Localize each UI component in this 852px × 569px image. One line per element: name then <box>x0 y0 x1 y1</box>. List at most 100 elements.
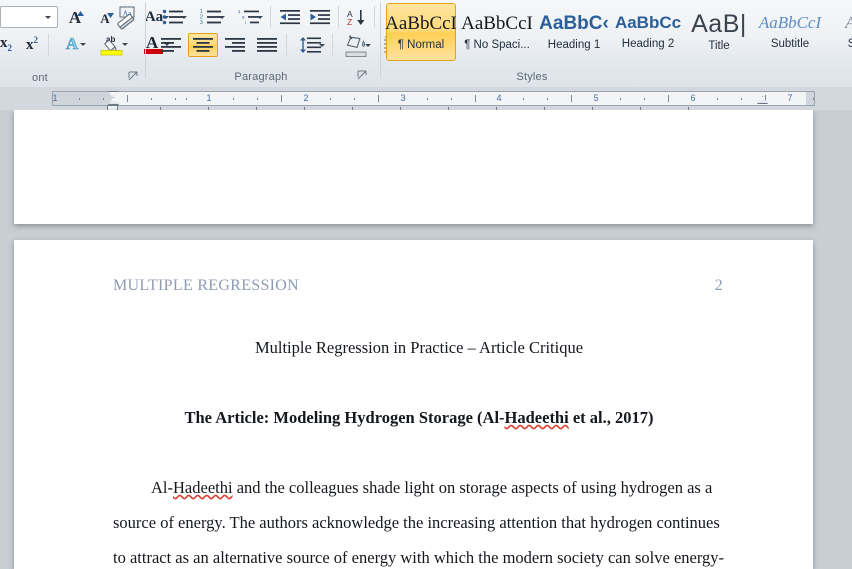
font-size-input[interactable] <box>0 6 58 28</box>
svg-text:3: 3 <box>200 20 203 25</box>
horizontal-ruler[interactable]: 1 1 2 3 4 5 6 7 <box>52 91 815 106</box>
group-divider <box>380 2 381 78</box>
align-center-button[interactable] <box>188 33 218 57</box>
word-processor-window: A A Aa Aa x2 x2 A ab A ont 1 2 3 1 a i A… <box>0 0 852 569</box>
ribbon-group-paragraph-label: Paragraph <box>234 71 288 83</box>
font-dialog-launcher[interactable] <box>128 71 139 82</box>
ribbon-group-paragraph: 1 2 3 1 a i A Z Paragraph <box>148 0 409 86</box>
document-page-2[interactable]: MULTIPLE REGRESSION 2 Multiple Regressio… <box>14 240 813 569</box>
sort-button[interactable]: A Z <box>342 5 370 29</box>
document-body[interactable]: Multiple Regression in Practice – Articl… <box>113 330 725 569</box>
dialog-launcher-icon <box>128 71 138 81</box>
ruler-number: 4 <box>496 93 502 103</box>
style-heading-1[interactable]: AaBbC‹ Heading 1 <box>538 3 610 61</box>
chevron-down-icon <box>45 16 51 19</box>
up-arrow-icon <box>77 11 84 16</box>
increase-indent-icon <box>310 10 330 25</box>
style-title[interactable]: AaB| Title <box>686 3 752 61</box>
subscript-icon: x2 <box>0 34 12 53</box>
paragraph-blank <box>113 435 725 470</box>
ribbon-group-styles-label: Styles <box>516 71 548 83</box>
subscript-button[interactable]: x2 <box>0 32 20 56</box>
style-subtle-emphasis[interactable]: AaBb Subtle <box>828 3 852 61</box>
group-divider <box>145 2 146 78</box>
ribbon: A A Aa Aa x2 x2 A ab A ont 1 2 3 1 a i A… <box>0 0 852 88</box>
justify-button[interactable] <box>252 33 282 57</box>
style-label: Subtitle <box>770 38 810 50</box>
decrease-indent-button[interactable] <box>276 5 304 29</box>
style-subtitle[interactable]: AaBbCcI Subtitle <box>754 3 826 61</box>
align-right-button[interactable] <box>220 33 250 57</box>
style-label: Title <box>708 40 730 52</box>
divider <box>270 6 271 28</box>
line-spacing-button[interactable] <box>292 33 328 57</box>
line-spacing-icon <box>300 37 321 53</box>
paragraph-blank <box>113 365 725 400</box>
svg-text:a: a <box>242 15 245 20</box>
style-preview: AaBbCcI <box>385 12 457 34</box>
header-page-number: 2 <box>714 277 723 294</box>
style-no-spacing[interactable]: AaBbCcI ¶ No Spaci... <box>458 3 536 61</box>
style-preview: AaBb <box>845 14 852 31</box>
style-heading-2[interactable]: AaBbCc Heading 2 <box>612 3 684 61</box>
body-line-2: source of energy. The authors acknowledg… <box>113 513 720 532</box>
align-left-button[interactable] <box>156 33 186 57</box>
align-center-icon <box>193 38 213 52</box>
style-preview: AaBbCc <box>614 13 682 32</box>
paragraph-title: Multiple Regression in Practice – Articl… <box>254 338 584 357</box>
bullets-button[interactable] <box>156 5 190 29</box>
svg-text:Z: Z <box>347 17 352 26</box>
chevron-down-icon <box>319 44 325 47</box>
ruler-number: 3 <box>400 93 406 103</box>
style-normal[interactable]: AaBbCcI ¶ Normal <box>385 3 457 61</box>
right-indent-marker[interactable] <box>757 96 768 104</box>
style-preview: AaBbC‹ <box>539 12 609 34</box>
ruler-left-margin-zone <box>53 92 113 105</box>
document-page-1[interactable] <box>14 110 813 224</box>
chevron-down-icon <box>122 43 128 46</box>
numbering-button[interactable]: 1 2 3 <box>194 5 228 29</box>
align-right-icon <box>225 38 245 52</box>
chevron-down-icon <box>365 44 371 47</box>
text-effects-button[interactable]: A <box>54 32 90 56</box>
ruler-number: 7 <box>787 93 793 103</box>
misspelled-word: Hadeethi <box>504 408 569 427</box>
ruler-band: 1 1 2 3 4 5 6 7 <box>0 87 852 112</box>
svg-text:i: i <box>245 20 246 25</box>
ribbon-group-styles: AaBbCcI ¶ Normal AaBbCcI ¶ No Spaci... A… <box>382 0 852 86</box>
multilevel-list-button[interactable]: 1 a i <box>232 5 266 29</box>
ruler-number: 5 <box>593 93 599 103</box>
ruler-number: 6 <box>690 93 696 103</box>
body-line-3: to attract as an alternative source of e… <box>113 548 725 567</box>
chevron-down-icon <box>257 16 263 19</box>
text-highlight-color-button[interactable]: ab <box>92 32 132 57</box>
text-effects-icon: A <box>65 34 79 54</box>
divider <box>374 6 375 28</box>
shading-button[interactable] <box>338 33 374 58</box>
style-label: Heading 1 <box>547 38 601 51</box>
style-preview: AaBbCcI <box>758 13 822 32</box>
increase-indent-button[interactable] <box>306 5 334 29</box>
chevron-down-icon <box>219 16 225 19</box>
clear-formatting-button[interactable]: Aa <box>112 4 142 31</box>
divider <box>332 34 333 56</box>
grow-font-button[interactable]: A <box>62 5 88 29</box>
style-preview: AaB| <box>691 10 747 38</box>
clear-formatting-icon: Aa <box>117 6 135 29</box>
body-text: Al- <box>151 478 173 497</box>
superscript-button[interactable]: x2 <box>18 32 46 56</box>
dialog-launcher-icon <box>357 70 367 80</box>
style-label: Heading 2 <box>621 38 675 50</box>
document-canvas[interactable]: MULTIPLE REGRESSION 2 Multiple Regressio… <box>0 110 852 569</box>
ribbon-group-font-label: ont <box>32 72 48 84</box>
justify-icon <box>257 38 277 52</box>
superscript-icon: x2 <box>26 34 38 53</box>
body-line-1: Al-Hadeethi and the colleagues shade lig… <box>113 470 725 505</box>
paragraph-dialog-launcher[interactable] <box>357 70 368 81</box>
style-preview: AaBbCcI <box>461 12 533 34</box>
chevron-down-icon <box>181 16 187 19</box>
style-label: Subtle <box>848 38 852 50</box>
style-label: ¶ Normal <box>397 38 445 51</box>
document-header[interactable]: MULTIPLE REGRESSION 2 <box>113 277 723 295</box>
ruler-number: 2 <box>303 93 309 103</box>
